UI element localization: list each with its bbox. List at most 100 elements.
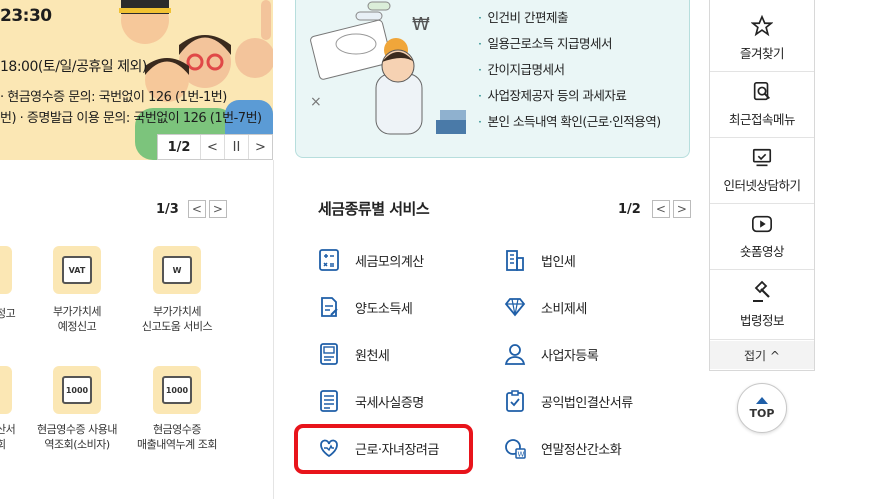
vat-help-label[interactable]: 부가가치세 신고도움 서비스 bbox=[124, 304, 230, 334]
banner-cash-receipt-inquiry: · 현금영수증 문의: 국번없이 126 (1번-1번) bbox=[0, 90, 227, 105]
monitor-check-icon bbox=[752, 148, 772, 167]
cash-receipt-label[interactable]: 현금영수증 사용내 역조회(소비자) bbox=[26, 422, 128, 452]
quick-service-prev-button[interactable]: < bbox=[187, 200, 206, 218]
service-consumption-tax[interactable]: 소비제세 bbox=[503, 293, 587, 321]
person-icon bbox=[503, 342, 527, 366]
top-label: TOP bbox=[749, 406, 775, 420]
tax-document-icon bbox=[317, 342, 341, 366]
play-icon bbox=[752, 215, 772, 233]
tax-services-prev-button[interactable]: < bbox=[651, 200, 670, 218]
submission-info-card[interactable]: ₩ × · 인건비 간편제출 · 일용근로소득 지급명세서 · 간이지급명세서 · 사업… bbox=[295, 0, 690, 158]
diamond-icon bbox=[503, 295, 527, 319]
svg-text:W: W bbox=[518, 451, 525, 459]
quick-fold-button[interactable]: 접기 ^ bbox=[710, 341, 814, 369]
highlight-box bbox=[294, 424, 473, 474]
cash-receipt-icon: 1000 bbox=[62, 376, 92, 404]
quick-service-page-indicator: 1/3 bbox=[156, 201, 179, 217]
banner-prev-button[interactable]: < bbox=[200, 135, 224, 159]
svg-text:×: × bbox=[310, 94, 322, 110]
tax-services-title: 세금종류별 서비스 bbox=[318, 200, 430, 218]
quick-law-info[interactable]: 법령정보 bbox=[710, 270, 814, 340]
service-label: 국세사실증명 bbox=[355, 395, 424, 411]
gavel-icon bbox=[753, 280, 770, 302]
recent-search-icon bbox=[753, 82, 770, 101]
vat-prelim-label[interactable]: 부가가치세 예정신고 bbox=[30, 304, 124, 334]
notice-banner[interactable]: 23:30 18:00(토/일/공휴일 제외) · 현금영수증 문의: 국번없이… bbox=[0, 0, 273, 160]
building-icon bbox=[503, 248, 527, 272]
service-label: 소비제세 bbox=[541, 301, 587, 317]
quick-favorites[interactable]: 즐겨찾기 bbox=[710, 6, 814, 72]
service-business-registration[interactable]: 사업자등록 bbox=[503, 340, 599, 368]
quick-online-consult[interactable]: 인터넷상담하기 bbox=[710, 138, 814, 204]
star-icon bbox=[751, 15, 773, 37]
tile-partial-left-2[interactable] bbox=[0, 366, 12, 414]
service-tax-simulation[interactable]: 세금모의계산 bbox=[317, 246, 424, 274]
tax-services-next-button[interactable]: > bbox=[672, 200, 691, 218]
service-label: 세금모의계산 bbox=[355, 254, 424, 270]
cash-receipt-sales-icon: 1000 bbox=[162, 376, 192, 404]
vat-document-icon: VAT bbox=[62, 256, 92, 284]
calculator-icon bbox=[317, 248, 341, 272]
svg-text:₩: ₩ bbox=[412, 14, 430, 35]
submission-item[interactable]: · 본인 소득내역 확인(근로·인적용역) bbox=[478, 112, 661, 138]
quick-item-label: 즐겨찾기 bbox=[739, 46, 785, 61]
banner-pause-button[interactable]: II bbox=[224, 135, 248, 159]
quick-service-next-button[interactable]: > bbox=[208, 200, 227, 218]
quick-item-label: 법령정보 bbox=[739, 313, 785, 328]
quick-service-pager: 1/3 < > bbox=[156, 200, 227, 218]
quick-service-panel: 1/3 < > 정고 VAT 부가가치세 예정신고 W 부가가치세 신고도움 서… bbox=[0, 160, 274, 499]
tile-label-partial-1-text: 정고 bbox=[0, 307, 16, 320]
service-label: 법인세 bbox=[541, 254, 576, 270]
tax-services-page-indicator: 1/2 bbox=[618, 201, 641, 217]
arrow-up-icon bbox=[756, 396, 768, 404]
submission-item[interactable]: · 인건비 간편제출 bbox=[478, 8, 661, 34]
banner-next-button[interactable]: > bbox=[248, 135, 272, 159]
service-capital-gains-tax[interactable]: 양도소득세 bbox=[317, 293, 413, 321]
submission-item[interactable]: · 일용근로소득 지급명세서 bbox=[478, 34, 661, 60]
quick-menu: 즐겨찾기 최근접속메뉴 인터넷상담하기 숏폼영상 법령정보 접기 ^ bbox=[709, 0, 815, 371]
service-year-end-settlement[interactable]: W 연말정산간소화 bbox=[503, 434, 622, 462]
banner-hours: 18:00(토/일/공휴일 제외) bbox=[0, 59, 147, 75]
cash-receipt-tile[interactable]: 1000 bbox=[53, 366, 101, 414]
tile-partial-left-1[interactable] bbox=[0, 246, 12, 294]
document-pen-icon bbox=[317, 295, 341, 319]
bullet-dot-icon: · bbox=[478, 10, 482, 25]
service-withholding-tax[interactable]: 원천세 bbox=[317, 340, 390, 368]
tile-label-partial-1: 정고 bbox=[0, 306, 26, 321]
clipboard-check-icon bbox=[503, 389, 527, 413]
service-tax-certificate[interactable]: 국세사실증명 bbox=[317, 387, 424, 415]
service-label: 연말정산간소화 bbox=[541, 442, 622, 458]
bullet-dot-icon: · bbox=[478, 36, 482, 51]
submission-item-label: 본인 소득내역 확인(근로·인적용역) bbox=[487, 114, 661, 129]
submission-item-label: 일용근로소득 지급명세서 bbox=[487, 36, 612, 51]
banner-page-indicator: 1/2 bbox=[167, 139, 191, 155]
card-illustration: ₩ × bbox=[310, 1, 466, 135]
service-label: 공익법인결산서류 bbox=[541, 395, 633, 411]
submission-item[interactable]: · 사업장제공자 등의 과세자료 bbox=[478, 86, 661, 112]
banner-pager: 1/2 < II > bbox=[157, 134, 273, 160]
submission-item[interactable]: · 간이지급명세서 bbox=[478, 60, 661, 86]
service-public-interest-settlement[interactable]: 공익법인결산서류 bbox=[503, 387, 633, 415]
bullet-dot-icon: · bbox=[478, 62, 482, 77]
submission-item-label: 간이지급명세서 bbox=[487, 62, 565, 77]
quick-short-video[interactable]: 숏폼영상 bbox=[710, 204, 814, 270]
tax-services-pager: 1/2 < > bbox=[618, 200, 691, 218]
tile-label-partial-2: 산서 회 bbox=[0, 423, 16, 451]
certificate-list-icon bbox=[317, 389, 341, 413]
vat-prelim-tile[interactable]: VAT bbox=[53, 246, 101, 294]
year-end-settlement-icon: W bbox=[503, 436, 527, 460]
vat-search-icon: W bbox=[162, 256, 192, 284]
scroll-top-button[interactable]: TOP bbox=[737, 383, 787, 433]
banner-cert-inquiry: 번) · 증명발급 이용 문의: 국번없이 126 (1번-7번) bbox=[0, 111, 262, 126]
quick-item-label: 숏폼영상 bbox=[739, 244, 785, 259]
banner-time: 23:30 bbox=[0, 6, 52, 26]
service-label: 사업자등록 bbox=[541, 348, 599, 364]
bullet-dot-icon: · bbox=[478, 114, 482, 129]
submission-item-label: 인건비 간편제출 bbox=[487, 10, 568, 25]
submission-item-label: 사업장제공자 등의 과세자료 bbox=[487, 88, 627, 103]
service-corporate-tax[interactable]: 법인세 bbox=[503, 246, 576, 274]
cash-receipt-sales-tile[interactable]: 1000 bbox=[153, 366, 201, 414]
quick-recent-menu[interactable]: 최근접속메뉴 bbox=[710, 72, 814, 138]
cash-receipt-sales-label[interactable]: 현금영수증 매출내역누계 조회 bbox=[124, 422, 230, 452]
vat-help-tile[interactable]: W bbox=[153, 246, 201, 294]
